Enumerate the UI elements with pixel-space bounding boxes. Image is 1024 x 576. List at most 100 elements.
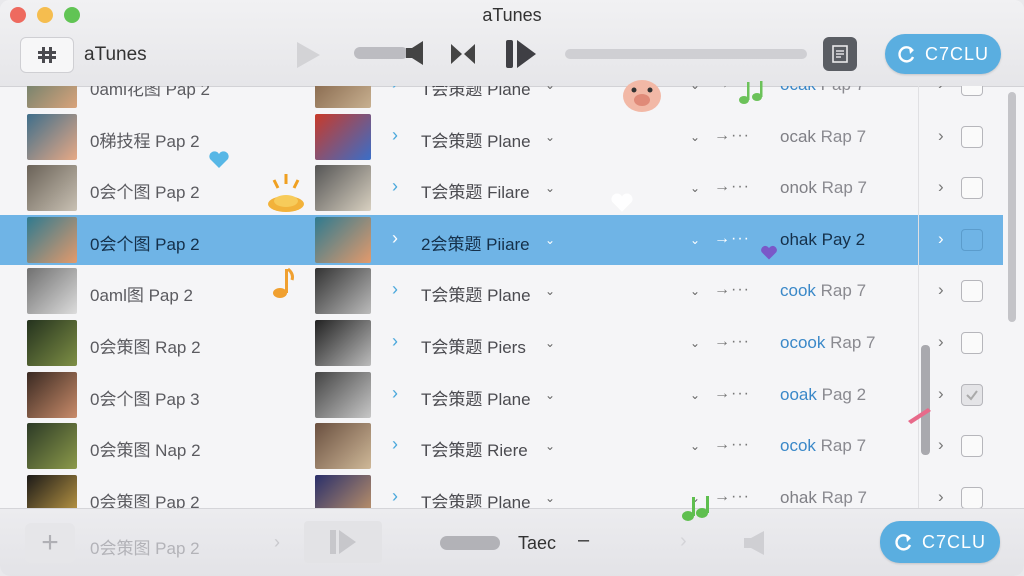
volume-slider[interactable] — [354, 47, 408, 59]
chevron-down-icon[interactable]: ⌄ — [545, 439, 555, 453]
album-artwork — [315, 268, 371, 315]
table-row[interactable]: 0会个图 Pap 2 › 2会策题 Piiare ⌄ ⌄ →··· ohak Pay 2 › — [0, 214, 1003, 265]
row-checkbox[interactable] — [961, 86, 983, 96]
bottom-pause-button[interactable] — [304, 521, 382, 563]
chevron-right-icon[interactable]: › — [392, 434, 398, 455]
more-icon[interactable]: →··· — [714, 230, 750, 248]
table-row[interactable]: 0aml图 Pap 2 › T会策题 Plane ⌄ ⌄ →··· cook Rap 7 › — [0, 266, 1003, 316]
grid-view-button[interactable] — [20, 37, 74, 73]
chevron-right-icon[interactable]: › — [938, 126, 944, 146]
more-icon[interactable]: →··· — [714, 178, 750, 196]
row-checkbox[interactable] — [961, 486, 983, 508]
progress-scrubber[interactable] — [565, 49, 807, 59]
plus-icon: + — [41, 526, 59, 559]
chevron-down-icon[interactable]: ⌄ — [690, 388, 700, 402]
more-icon[interactable]: →··· — [714, 333, 750, 351]
chevron-right-icon[interactable]: › — [938, 177, 944, 197]
speaker-icon[interactable] — [742, 529, 768, 557]
table-row[interactable]: 0会个图 Pap 3 › T会策题 Plane ⌄ ⌄ →··· ooak Pag 2 › — [0, 370, 1003, 420]
chevron-right-icon[interactable]: › — [392, 176, 398, 197]
chevron-down-icon[interactable]: ⌄ — [690, 181, 700, 195]
genre-b: Rap 7 — [820, 281, 867, 301]
chevron-down-icon[interactable]: ⌄ — [545, 86, 555, 92]
chevron-down-icon[interactable]: ⌄ — [690, 336, 700, 350]
chevron-right-icon[interactable]: › — [938, 229, 944, 249]
genre-a: ocok — [780, 436, 816, 456]
chevron-right-icon[interactable]: › — [392, 86, 398, 94]
more-icon[interactable]: →··· — [714, 127, 750, 145]
chevron-right-icon[interactable]: › — [392, 331, 398, 352]
table-row[interactable]: 0会策图 Pap 2 › T会策题 Plane ⌄ ⌄ →··· ohak Rap 7 › — [0, 473, 1003, 508]
more-icon[interactable]: →··· — [714, 385, 750, 403]
track-artwork — [27, 113, 77, 160]
chevron-right-icon[interactable]: › — [392, 125, 398, 146]
table-row[interactable]: 0aml花图 Pap 2›T会策题 Plane⌄⌄→···ocak Pap 7› — [0, 86, 1003, 110]
chevron-down-icon[interactable]: ⌄ — [545, 181, 555, 195]
more-icon[interactable]: →··· — [714, 281, 750, 299]
play-icon[interactable] — [294, 40, 322, 70]
more-icon[interactable]: →··· — [714, 488, 750, 506]
sync-button[interactable]: C7CLU — [885, 34, 1001, 74]
chevron-right-icon[interactable]: › — [274, 532, 280, 553]
window-scrollbar-thumb[interactable] — [1008, 92, 1016, 322]
table-row[interactable]: 0会策图 Rap 2 › T会策题 Piers ⌄ ⌄ →··· ocook Rap 7 › — [0, 318, 1003, 368]
genre-label: onok Rap 7 — [780, 178, 867, 198]
chevron-down-icon[interactable]: ⌄ — [690, 439, 700, 453]
chevron-down-icon[interactable]: ⌄ — [690, 284, 700, 298]
album-name: 2会策题 Piiare — [421, 234, 530, 254]
chevron-right-icon[interactable]: › — [938, 86, 944, 94]
row-checkbox[interactable] — [961, 383, 983, 406]
row-checkbox[interactable] — [961, 125, 983, 148]
track-list[interactable]: 0aml花图 Pap 2 › T会策题 Plane ⌄ ⌄ →··· ocak Pap 7 ›… — [0, 86, 1003, 508]
chevron-down-icon[interactable]: ⌄ — [545, 388, 555, 402]
list-scrollbar-thumb[interactable] — [921, 345, 930, 455]
minus-button[interactable]: – — [578, 529, 589, 552]
row-checkbox[interactable] — [961, 332, 983, 354]
bottom-sync-button[interactable]: C7CLU — [880, 521, 1000, 563]
row-checkbox[interactable] — [961, 177, 983, 200]
chevron-down-icon[interactable]: ⌄ — [545, 491, 555, 505]
track-artwork — [27, 320, 77, 366]
pause-icon[interactable] — [504, 38, 538, 70]
table-row[interactable]: 0会个图 Pap 2 › T会策题 Filare ⌄ ⌄ →··· onok Rap 7 › — [0, 163, 1003, 213]
chevron-right-icon[interactable]: › — [392, 383, 398, 404]
chevron-right-icon[interactable]: › — [938, 384, 944, 404]
document-button[interactable] — [823, 37, 857, 71]
bottom-label: Taec — [518, 533, 557, 553]
chevron-right-icon[interactable]: › — [392, 279, 398, 300]
row-checkbox[interactable] — [961, 280, 983, 303]
track-title: 0会策图 Rap 2 — [90, 338, 201, 357]
bowtie-icon[interactable] — [450, 42, 476, 66]
chevron-right-icon[interactable]: › — [392, 228, 398, 249]
chevron-down-icon[interactable]: ⌄ — [545, 130, 555, 144]
chevron-right-icon[interactable]: › — [938, 280, 944, 300]
row-checkbox[interactable] — [961, 228, 983, 251]
chevron-right-icon[interactable]: › — [392, 486, 398, 507]
track-title: 0会策图 Nap 2 — [90, 441, 201, 461]
album-artwork — [315, 86, 371, 108]
album-artwork — [315, 423, 371, 470]
chevron-down-icon[interactable]: ⌄ — [690, 130, 700, 144]
chevron-down-icon[interactable]: ⌄ — [545, 284, 555, 298]
speaker-icon[interactable] — [406, 40, 424, 66]
table-row[interactable]: 0稊技程 Pap 2 › T会策题 Plane ⌄ ⌄ →··· ocak Rap 7 › — [0, 112, 1003, 162]
track-artwork — [27, 474, 77, 508]
genre-b: Pay 2 — [821, 229, 866, 249]
genre-label: ocok Rap 7 — [780, 436, 866, 456]
chevron-down-icon[interactable]: ⌄ — [545, 233, 555, 247]
add-button[interactable]: + — [25, 523, 75, 563]
chevron-right-icon[interactable]: › — [938, 487, 944, 507]
chevron-right-icon[interactable]: › — [938, 332, 944, 352]
chevron-down-icon[interactable]: ⌄ — [690, 233, 700, 247]
row-checkbox[interactable] — [961, 435, 983, 458]
genre-label: ocook Rap 7 — [780, 333, 875, 353]
more-icon[interactable]: →··· — [714, 436, 750, 454]
album-artwork — [315, 113, 371, 160]
chevron-right-icon[interactable]: › — [938, 435, 944, 455]
pencil-icon — [908, 408, 931, 424]
chevron-right-icon[interactable]: › — [680, 530, 687, 553]
chevron-down-icon[interactable]: ⌄ — [690, 86, 700, 92]
table-row[interactable]: 0会策图 Nap 2 › T会策题 Riere ⌄ ⌄ →··· ocok Rap 7 › — [0, 421, 1003, 471]
chevron-down-icon[interactable]: ⌄ — [545, 336, 555, 350]
bottom-slider[interactable] — [440, 536, 500, 550]
